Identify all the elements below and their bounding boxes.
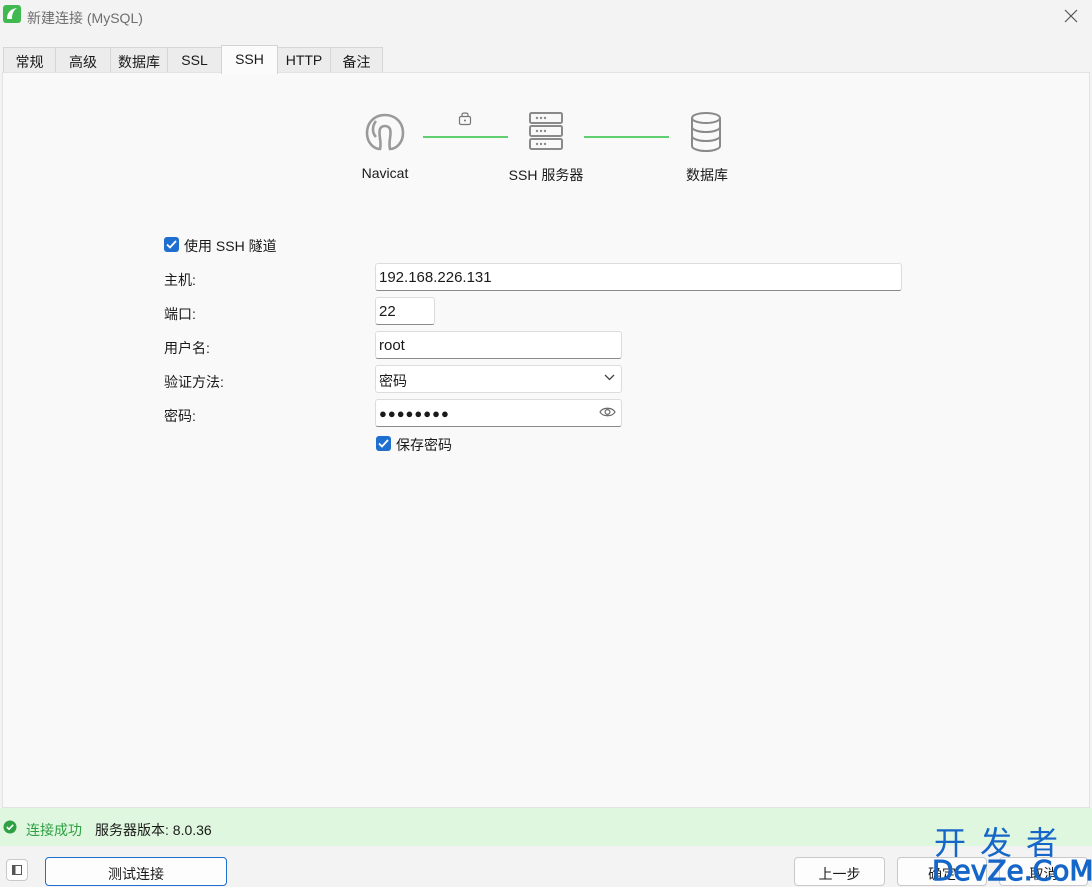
connection-diagram: Navicat SSH 服务器 数据库 xyxy=(3,73,1091,203)
success-check-icon xyxy=(3,820,17,834)
tab-general[interactable]: 常规 xyxy=(3,47,56,73)
ok-button[interactable]: 确定 xyxy=(897,857,987,886)
navicat-app-icon xyxy=(3,5,21,23)
window-title: 新建连接 (MySQL) xyxy=(27,10,143,26)
status-message: 连接成功 xyxy=(26,822,82,838)
navicat-icon xyxy=(365,113,405,151)
eye-icon[interactable] xyxy=(599,406,616,418)
bottom-button-bar: 测试连接 上一步 确定 取消 xyxy=(0,846,1092,887)
sidebar-icon xyxy=(12,865,22,875)
port-label: 端口: xyxy=(164,306,196,322)
chevron-down-icon xyxy=(604,374,615,381)
previous-button[interactable]: 上一步 xyxy=(794,857,885,886)
auth-method-label: 验证方法: xyxy=(164,374,224,390)
username-input[interactable]: root xyxy=(375,331,622,359)
tab-http[interactable]: HTTP xyxy=(277,47,331,73)
close-button[interactable] xyxy=(1058,4,1084,28)
tab-advanced[interactable]: 高级 xyxy=(55,47,111,73)
port-input[interactable]: 22 xyxy=(375,297,435,325)
tab-database[interactable]: 数据库 xyxy=(110,47,168,73)
username-label: 用户名: xyxy=(164,340,210,356)
tab-bar: 常规 高级 数据库 SSL SSH HTTP 备注 xyxy=(0,45,1092,74)
tab-notes[interactable]: 备注 xyxy=(330,47,383,73)
lock-icon xyxy=(458,112,472,126)
tunnel-link-line xyxy=(423,136,508,138)
tab-ssl[interactable]: SSL xyxy=(167,47,222,73)
sidebar-toggle-button[interactable] xyxy=(6,859,28,881)
server-icon xyxy=(529,112,563,150)
password-value: ●●●●●●●● xyxy=(379,406,450,421)
close-icon xyxy=(1064,9,1078,23)
cancel-button[interactable]: 取消 xyxy=(999,857,1088,886)
status-bar: 连接成功 服务器版本: 8.0.36 xyxy=(0,808,1092,846)
ssh-settings-panel: Navicat SSH 服务器 数据库 使用 SSH 隧道 主机: 192.16… xyxy=(2,72,1090,808)
checkmark-icon xyxy=(166,240,177,249)
test-connection-button[interactable]: 测试连接 xyxy=(45,857,227,886)
use-ssh-tunnel-label: 使用 SSH 隧道 xyxy=(184,238,277,254)
tab-ssh[interactable]: SSH xyxy=(221,45,278,74)
title-bar: 新建连接 (MySQL) xyxy=(0,0,1092,34)
use-ssh-tunnel-checkbox[interactable] xyxy=(164,237,179,252)
server-version: 服务器版本: 8.0.36 xyxy=(95,822,212,838)
checkmark-icon xyxy=(378,439,389,448)
password-label: 密码: xyxy=(164,408,196,424)
save-password-label: 保存密码 xyxy=(396,437,452,453)
database-icon xyxy=(691,112,721,153)
database-label: 数据库 xyxy=(686,167,728,183)
database-link-line xyxy=(584,136,669,138)
navicat-label: Navicat xyxy=(361,165,409,181)
save-password-checkbox[interactable] xyxy=(376,436,391,451)
auth-method-select[interactable]: 密码 xyxy=(375,365,622,393)
password-input[interactable]: ●●●●●●●● xyxy=(375,399,622,427)
auth-method-value: 密码 xyxy=(379,373,407,389)
host-input[interactable]: 192.168.226.131 xyxy=(375,263,902,291)
host-label: 主机: xyxy=(164,272,196,288)
ssh-server-label: SSH 服务器 xyxy=(508,167,584,183)
